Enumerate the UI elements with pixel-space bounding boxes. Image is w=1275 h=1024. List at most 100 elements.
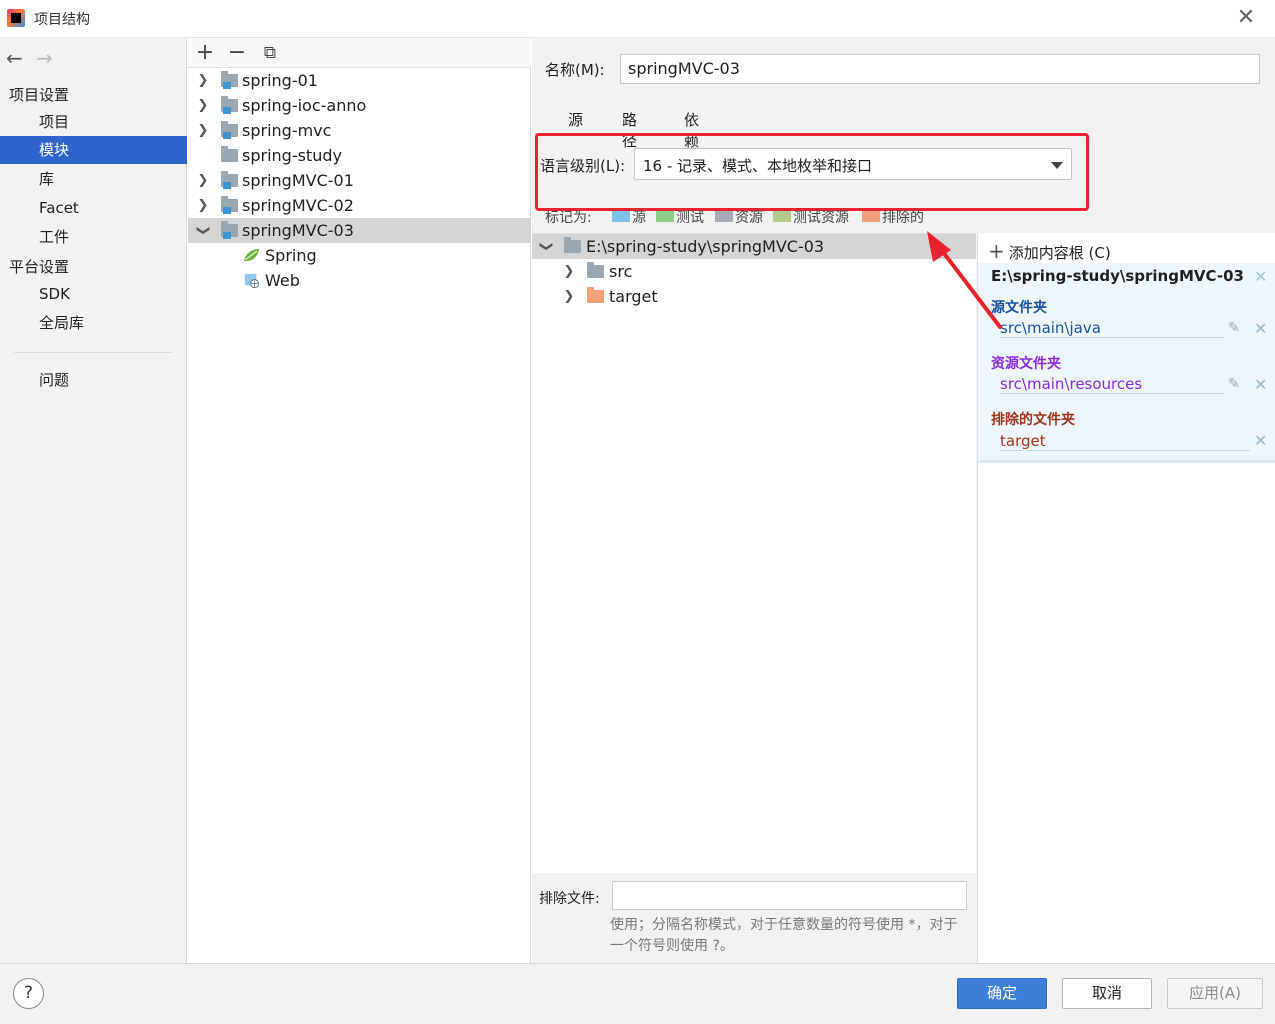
nav-divider xyxy=(14,352,172,353)
module-toolbar: + − ⧉ xyxy=(188,38,531,68)
chevron-right-icon[interactable]: ❯ xyxy=(563,284,575,309)
excluded-folder-icon xyxy=(587,287,604,303)
resource-folders-header: 资源文件夹 xyxy=(991,356,1061,372)
folder-icon xyxy=(221,146,238,162)
content-root-card: E:\spring-study\springMVC-03 ✕ 源文件夹 src\… xyxy=(978,263,1275,463)
sources-folder-icon xyxy=(612,211,630,222)
title-bar: 项目结构 ✕ xyxy=(0,0,1275,38)
exclude-files-hint: 使用；分隔名称模式，对于任意数量的符号使用 *，对于一个符号则使用 ?。 xyxy=(610,917,958,954)
nav-item-problems[interactable]: 问题 xyxy=(0,366,187,394)
nav-item-facets[interactable]: Facet xyxy=(0,194,187,222)
spring-leaf-icon xyxy=(244,249,259,262)
facet-row-web[interactable]: Web xyxy=(188,268,531,293)
folder-icon xyxy=(564,237,581,253)
content-root-path: E:\spring-study\springMVC-03 xyxy=(586,237,825,256)
module-row[interactable]: spring-study xyxy=(188,143,531,168)
nav-item-project[interactable]: 项目 xyxy=(0,108,187,136)
module-name: springMVC-01 xyxy=(242,171,354,190)
module-name: springMVC-02 xyxy=(242,196,354,215)
window-title: 项目结构 xyxy=(34,12,90,28)
facet-name: Spring xyxy=(265,246,317,265)
content-root-path: E:\spring-study\springMVC-03 xyxy=(991,267,1244,285)
module-row[interactable]: ❯ spring-mvc xyxy=(188,118,531,143)
mark-as-bar: 标记为: 源 测试 资源 测试资源 排除的 xyxy=(545,207,945,227)
folder-name: src xyxy=(609,262,633,281)
resources-folder-icon xyxy=(715,211,733,222)
excluded-folder-icon xyxy=(862,211,880,222)
tab-sources[interactable]: 源 xyxy=(568,109,583,130)
apply-button[interactable]: 应用(A) xyxy=(1167,978,1263,1009)
nav-item-sdk[interactable]: SDK xyxy=(0,280,187,308)
plus-icon: + xyxy=(988,239,1005,263)
facet-row-spring[interactable]: Spring xyxy=(188,243,531,268)
chevron-right-icon[interactable]: ❯ xyxy=(197,68,209,93)
content-root-tree: ❯ E:\spring-study\springMVC-03 ❯ src ❯ t… xyxy=(532,233,976,873)
dialog-button-bar: ? 确定 取消 应用(A) xyxy=(0,963,1275,1024)
chevron-right-icon[interactable]: ❯ xyxy=(197,118,209,143)
folder-row-src[interactable]: ❯ src xyxy=(532,259,976,284)
module-name: spring-mvc xyxy=(242,121,332,140)
back-arrow-icon[interactable]: ← xyxy=(6,46,36,70)
chevron-down-icon[interactable]: ❯ xyxy=(534,241,559,253)
nav-item-libraries[interactable]: 库 xyxy=(0,165,187,193)
cancel-button[interactable]: 取消 xyxy=(1062,978,1152,1009)
module-row[interactable]: ❯ springMVC-01 xyxy=(188,168,531,193)
help-icon[interactable]: ? xyxy=(13,978,44,1009)
remove-module-icon[interactable]: − xyxy=(226,40,248,65)
remove-root-icon[interactable]: ✕ xyxy=(1254,267,1267,286)
module-name: spring-study xyxy=(242,146,342,165)
module-name-input[interactable]: springMVC-03 xyxy=(620,54,1260,84)
content-root-row[interactable]: ❯ E:\spring-study\springMVC-03 xyxy=(532,234,976,259)
source-folders-header: 源文件夹 xyxy=(991,300,1047,316)
nav-item-modules[interactable]: 模块 xyxy=(0,136,187,164)
intellij-app-icon xyxy=(7,9,25,27)
add-module-icon[interactable]: + xyxy=(194,40,216,65)
folder-icon xyxy=(587,262,604,278)
add-content-root-button[interactable]: + 添加内容根 (C) xyxy=(988,239,1111,263)
history-arrows: ← → xyxy=(6,46,66,70)
remove-folder-icon[interactable]: ✕ xyxy=(1254,319,1267,338)
module-tree-pane: + − ⧉ ❯ spring-01 ❯ spring-ioc-anno ❯ sp… xyxy=(188,38,531,963)
folder-row-target[interactable]: ❯ target xyxy=(532,284,976,309)
module-folder-icon xyxy=(221,221,238,239)
excluded-folder-entry: target xyxy=(1000,432,1250,451)
nav-group-project-settings: 项目设置 xyxy=(9,86,70,104)
mark-as-label: 标记为: xyxy=(545,210,592,226)
module-row-selected[interactable]: ❯ springMVC-03 xyxy=(188,218,531,243)
chevron-right-icon[interactable]: ❯ xyxy=(563,259,575,284)
tests-folder-icon xyxy=(656,211,674,222)
excluded-folders-header: 排除的文件夹 xyxy=(991,412,1075,428)
facet-name: Web xyxy=(265,271,300,290)
annotation-highlight-box xyxy=(535,133,1089,211)
module-folder-icon xyxy=(221,96,238,114)
ok-button[interactable]: 确定 xyxy=(957,978,1047,1009)
edit-pencil-icon[interactable]: ✎ xyxy=(1228,376,1240,392)
chevron-right-icon[interactable]: ❯ xyxy=(197,168,209,193)
edit-pencil-icon[interactable]: ✎ xyxy=(1228,320,1240,336)
module-folder-icon xyxy=(221,196,238,214)
copy-module-icon[interactable]: ⧉ xyxy=(259,43,281,63)
nav-item-artifacts[interactable]: 工件 xyxy=(0,223,187,251)
module-folder-icon xyxy=(221,71,238,89)
nav-item-global-libraries[interactable]: 全局库 xyxy=(0,309,187,337)
web-facet-icon xyxy=(244,273,259,288)
resource-folder-entry: src\main\resources xyxy=(1000,375,1225,394)
source-folder-entry: src\main\java xyxy=(1000,319,1225,338)
module-name: spring-ioc-anno xyxy=(242,96,367,115)
module-row[interactable]: ❯ springMVC-02 xyxy=(188,193,531,218)
remove-folder-icon[interactable]: ✕ xyxy=(1254,375,1267,394)
settings-navigation: ← → 项目设置 项目 模块 库 Facet 工件 平台设置 SDK 全局库 问题 xyxy=(0,38,187,963)
close-icon[interactable]: ✕ xyxy=(1236,6,1256,30)
chevron-right-icon[interactable]: ❯ xyxy=(197,93,209,118)
content-roots-panel: + 添加内容根 (C) E:\spring-study\springMVC-03 … xyxy=(977,233,1275,963)
module-name: springMVC-03 xyxy=(242,221,354,240)
nav-group-platform-settings: 平台设置 xyxy=(9,258,70,276)
module-row[interactable]: ❯ spring-01 xyxy=(188,68,531,93)
exclude-files-input[interactable] xyxy=(612,881,967,910)
module-row[interactable]: ❯ spring-ioc-anno xyxy=(188,93,531,118)
module-name: spring-01 xyxy=(242,71,318,90)
chevron-right-icon[interactable]: ❯ xyxy=(197,193,209,218)
forward-arrow-icon[interactable]: → xyxy=(36,46,66,70)
chevron-down-icon[interactable]: ❯ xyxy=(191,225,216,237)
remove-folder-icon[interactable]: ✕ xyxy=(1254,431,1267,450)
